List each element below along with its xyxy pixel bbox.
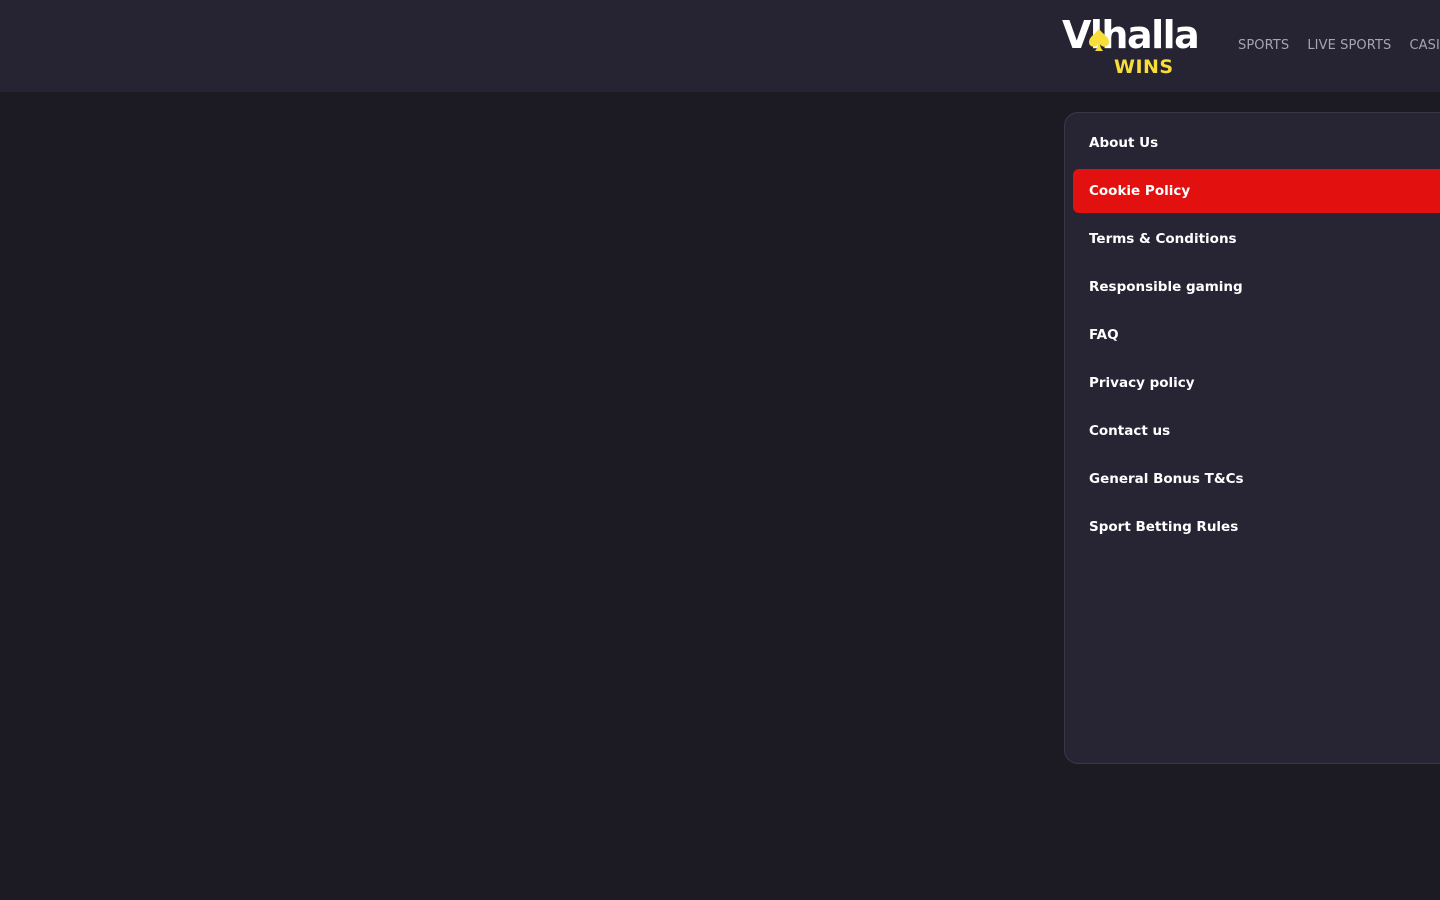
menu-item-cookie-policy[interactable]: Cookie Policy [1073, 169, 1440, 213]
logo-wordmark: Vlhalla [1062, 13, 1200, 57]
menu-item-terms-conditions[interactable]: Terms & Conditions [1073, 217, 1440, 261]
nav-item-casino[interactable]: CASINO [1409, 35, 1440, 57]
valhalla-wins-logo[interactable]: Vlhalla WINS [1062, 12, 1218, 80]
nav-item-live-sports[interactable]: LIVE SPORTS [1307, 35, 1391, 57]
logo-subtitle: WINS [1114, 56, 1174, 78]
menu-item-contact-us[interactable]: Contact us [1073, 409, 1440, 453]
main-nav: SPORTS LIVE SPORTS CASINO [1238, 34, 1440, 58]
menu-item-about-us[interactable]: About Us [1073, 121, 1440, 165]
spade-icon [1089, 29, 1109, 51]
menu-item-sport-betting-rules[interactable]: Sport Betting Rules [1073, 505, 1440, 549]
info-menu-panel: About Us Cookie Policy Terms & Condition… [1064, 112, 1440, 764]
menu-item-faq[interactable]: FAQ [1073, 313, 1440, 357]
menu-item-responsible-gaming[interactable]: Responsible gaming [1073, 265, 1440, 309]
menu-item-privacy-policy[interactable]: Privacy policy [1073, 361, 1440, 405]
menu-item-general-bonus-tcs[interactable]: General Bonus T&Cs [1073, 457, 1440, 501]
site-header: Vlhalla WINS SPORTS LIVE SPORTS CASINO [0, 0, 1440, 92]
nav-item-sports[interactable]: SPORTS [1238, 35, 1289, 57]
